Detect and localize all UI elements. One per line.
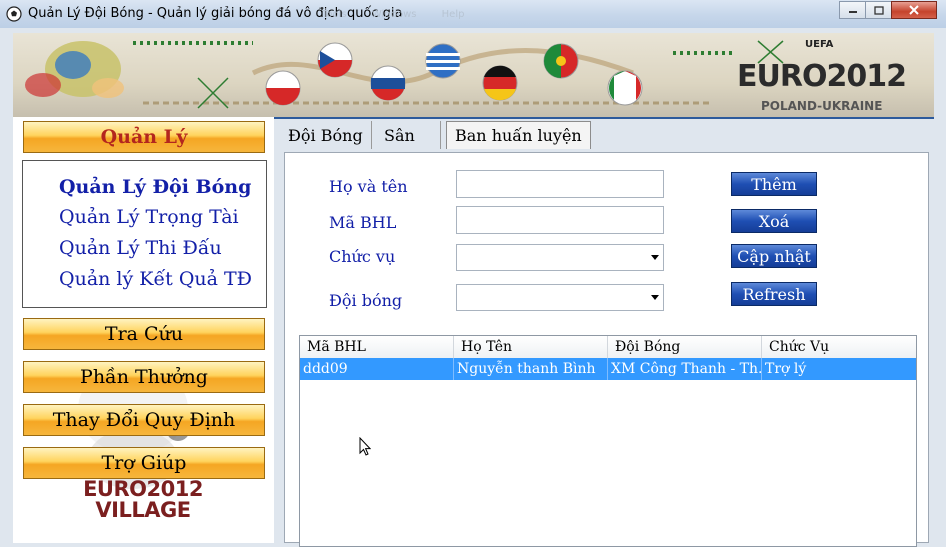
flag-ball-greece <box>425 43 461 79</box>
tab-ban-huan-luyen[interactable]: Ban huấn luyện <box>446 121 591 149</box>
chevron-down-icon <box>651 295 659 300</box>
quan-ly-button[interactable]: Quản Lý <box>23 121 265 153</box>
tro-giup-button[interactable]: Trợ Giúp <box>23 447 265 479</box>
minimize-button[interactable] <box>839 1 866 19</box>
cell-ma-bhl: ddd09 <box>300 358 454 380</box>
menu-quan-ly-thi-dau[interactable]: Quản Lý Thi Đấu <box>59 237 222 259</box>
tab-separator <box>371 121 372 149</box>
left-navigation-panel: Quản Lý Quản Lý Đội Bóng Quản Lý Trọng T… <box>13 117 274 543</box>
column-header-doi-bong[interactable]: Đội Bóng <box>608 336 762 358</box>
team-select[interactable] <box>456 284 664 311</box>
delete-button[interactable]: Xoá <box>731 209 817 233</box>
euro2012-village-logo: EURO2012 VILLAGE <box>73 479 213 521</box>
ghost-menu-tools: Tools <box>322 9 347 20</box>
management-submenu: Quản Lý Đội Bóng Quản Lý Trọng Tài Quản … <box>22 160 267 308</box>
mouse-cursor-icon <box>359 437 371 456</box>
village-logo-line2: VILLAGE <box>95 498 191 522</box>
maximize-icon <box>873 5 884 15</box>
column-header-ma-bhl[interactable]: Mã BHL <box>300 336 454 358</box>
soccer-ball-icon <box>6 6 22 22</box>
title-bar: Quản Lý Đội Bóng - Quản lý giải bóng đá … <box>0 0 946 28</box>
code-field[interactable] <box>456 206 664 234</box>
euro2012-banner: UEFA EURO2012 POLAND-UKRAINE <box>13 33 934 119</box>
phan-thuong-button[interactable]: Phần Thưởng <box>23 361 265 393</box>
menu-quan-ly-trong-tai[interactable]: Quản Lý Trọng Tài <box>59 206 239 228</box>
thay-doi-quy-dinh-button[interactable]: Thay Đổi Quy Định <box>23 404 265 436</box>
cell-chuc-vu: Trợ lý <box>765 361 807 377</box>
window-controls <box>839 1 937 20</box>
tab-san[interactable]: Sân <box>376 121 423 149</box>
flag-ball-czech <box>317 42 353 78</box>
flag-ball-poland <box>265 70 301 106</box>
close-icon <box>909 5 919 15</box>
tab-separator <box>440 121 441 149</box>
table-header: Mã BHL Họ Tên Đội Bóng Chức Vụ <box>300 336 916 359</box>
tra-cuu-button[interactable]: Tra Cứu <box>23 318 265 350</box>
refresh-button[interactable]: Refresh <box>731 282 817 306</box>
ghost-menu: Tools Windows Help <box>322 9 486 20</box>
role-select[interactable] <box>456 244 664 271</box>
add-button[interactable]: Thêm <box>731 172 817 196</box>
column-header-chuc-vu[interactable]: Chức Vụ <box>762 336 916 358</box>
maximize-button[interactable] <box>865 1 892 19</box>
tab-strip: Đội Bóng Sân Ban huấn luyện <box>280 117 934 151</box>
ghost-menu-help: Help <box>441 9 465 20</box>
chevron-down-icon <box>651 255 659 260</box>
tab-doi-bong[interactable]: Đội Bóng <box>280 121 371 149</box>
cell-doi-bong: XM Công Thanh - Th... <box>608 358 762 380</box>
host-countries-label: POLAND-UKRAINE <box>761 99 883 113</box>
close-button[interactable] <box>891 1 937 19</box>
coaching-staff-table[interactable]: Mã BHL Họ Tên Đội Bóng Chức Vụ ddd09 Ngu… <box>299 335 917 547</box>
team-label: Đội bóng <box>329 291 403 310</box>
village-logo-line1: EURO2012 <box>83 477 203 501</box>
name-label: Họ và tên <box>329 177 408 196</box>
flag-ball-italy <box>607 70 643 106</box>
coaching-staff-panel: Họ và tên Mã BHL Chức vụ Đội bóng Thêm X… <box>284 152 929 547</box>
update-button[interactable]: Cập nhật <box>731 244 817 268</box>
flag-ball-portugal <box>543 43 579 79</box>
menu-quan-ly-ket-qua[interactable]: Quản lý Kết Quả TĐ <box>59 268 252 290</box>
ghost-menu-windows: Windows <box>371 9 417 20</box>
role-label: Chức vụ <box>329 247 396 266</box>
minimize-icon <box>848 11 857 13</box>
uefa-label: UEFA <box>805 39 834 50</box>
cell-ho-ten: Nguyễn thanh Bình <box>454 358 608 380</box>
code-label: Mã BHL <box>329 213 397 232</box>
column-header-ho-ten[interactable]: Họ Tên <box>454 336 608 358</box>
flag-ball-germany <box>482 65 518 101</box>
flag-ball-russia <box>370 65 406 101</box>
name-field[interactable] <box>456 170 664 198</box>
menu-quan-ly-doi-bong[interactable]: Quản Lý Đội Bóng <box>59 176 251 198</box>
euro2012-logo: EURO2012 <box>737 59 907 94</box>
table-row[interactable]: ddd09 Nguyễn thanh Bình XM Công Thanh - … <box>300 358 916 380</box>
